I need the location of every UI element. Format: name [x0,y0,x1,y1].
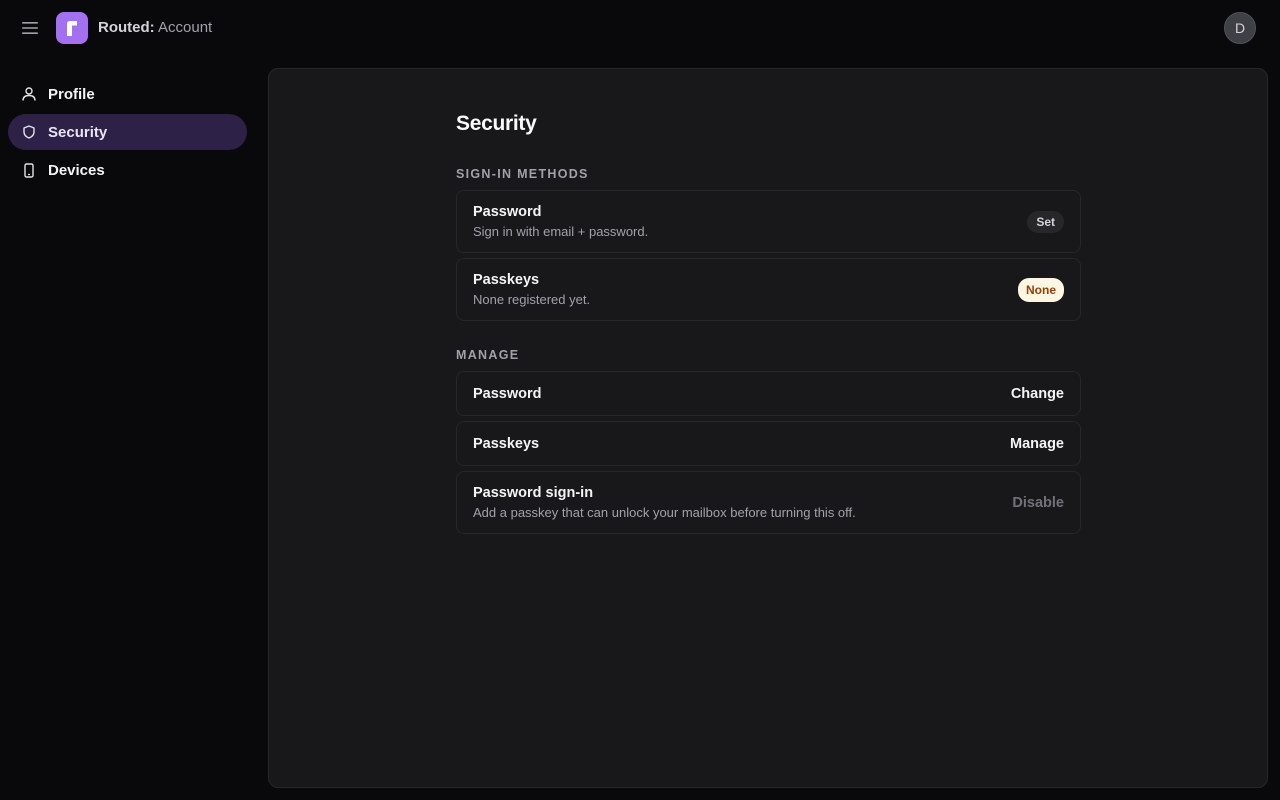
status-badge-none: None [1018,277,1064,302]
phone-icon [22,162,36,178]
manage-password-sign-in: Password sign-in Add a passkey that can … [456,471,1081,534]
card-description: Sign in with email + password. [473,224,649,239]
security-content: Security SIGN-IN METHODS Password Sign i… [456,111,1081,539]
section-label-manage: MANAGE [456,348,520,362]
shield-icon [22,124,36,140]
sidebar-item-devices[interactable]: Devices [8,152,247,188]
user-icon [22,86,36,102]
avatar[interactable]: D [1224,12,1256,44]
card-title: Passkeys [473,272,540,288]
sidebar-item-security[interactable]: Security [8,114,247,150]
top-bar: Routed: Account D [0,0,1280,56]
manage-passkeys-button[interactable]: Manage [1010,436,1064,452]
card-title: Password [473,204,542,220]
sign-in-method-password: Password Sign in with email + password. … [456,190,1081,253]
routed-logo-icon [67,21,77,36]
hamburger-icon [22,22,38,34]
sidebar: Profile Security Devices [8,76,247,190]
card-title: Password [473,385,542,402]
change-password-button[interactable]: Change [1011,386,1064,402]
app-logo[interactable] [56,12,88,44]
card-text: Passkeys None registered yet. [473,272,590,307]
menu-button[interactable] [18,16,42,40]
page-title: Security [456,112,537,135]
main-panel: Security SIGN-IN METHODS Password Sign i… [268,68,1268,788]
status-badge-set: Set [1027,210,1064,233]
app-brand: Routed: [98,19,155,36]
app-section: Account [158,19,213,36]
card-description: None registered yet. [473,292,591,307]
card-text: Password Sign in with email + password. [473,204,648,239]
sidebar-item-label: Security [48,123,108,141]
card-title: Password sign-in [473,485,594,501]
disable-password-sign-in-button[interactable]: Disable [1012,495,1064,511]
card-description: Add a passkey that can unlock your mailb… [473,505,856,520]
app-title: Routed: Account [98,19,212,36]
manage-passkeys: Passkeys Manage [456,421,1081,466]
sidebar-item-label: Profile [48,85,95,103]
sidebar-item-profile[interactable]: Profile [8,76,247,112]
sidebar-item-label: Devices [48,161,105,179]
card-text: Password sign-in Add a passkey that can … [473,485,856,520]
sign-in-method-passkeys: Passkeys None registered yet. None [456,258,1081,321]
card-title: Passkeys [473,435,540,452]
manage-password: Password Change [456,371,1081,416]
section-label-sign-in-methods: SIGN-IN METHODS [456,167,589,181]
